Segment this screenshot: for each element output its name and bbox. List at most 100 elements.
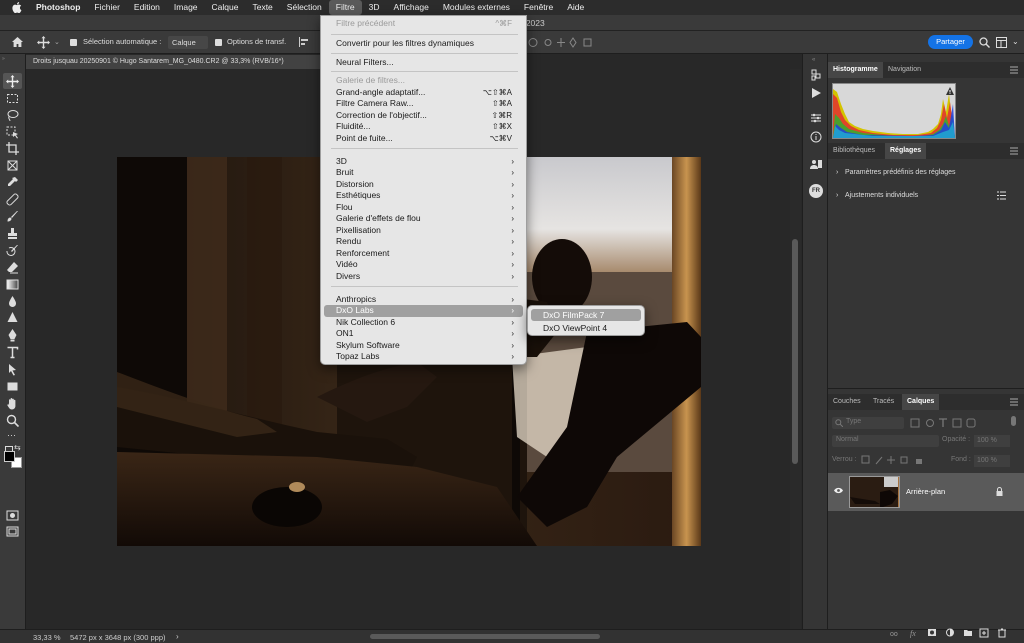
auto-select-dropdown[interactable]: Calque <box>168 36 208 49</box>
layer-name[interactable]: Arrière-plan <box>906 487 945 496</box>
menu-item-convert-smart-filters[interactable]: Convertir pour les filtres dynamiques <box>324 38 523 50</box>
hand-icon[interactable] <box>6 397 19 410</box>
vertical-scroll-thumb[interactable] <box>792 239 798 464</box>
frame-icon[interactable] <box>6 159 19 172</box>
crop-icon[interactable] <box>6 142 19 155</box>
menu-item-blur-gallery[interactable]: Galerie d'effets de flou › <box>324 213 523 225</box>
zoom-icon[interactable] <box>6 414 19 427</box>
marquee-icon[interactable] <box>6 92 19 105</box>
menu-app[interactable]: Photoshop <box>29 0 87 15</box>
individual-adjustments-chevron-icon[interactable]: › <box>836 192 838 199</box>
actions-panel-icon[interactable] <box>810 87 822 99</box>
collapse-panels-icon[interactable]: « <box>812 57 815 63</box>
menu-calque[interactable]: Calque <box>205 0 246 15</box>
toolbar-grip-icon[interactable]: » <box>2 56 24 62</box>
tab-paths[interactable]: Tracés <box>868 394 899 410</box>
menu-item-neural-filters[interactable]: Neural Filters... <box>324 57 523 69</box>
swap-colors-icon[interactable]: ⇆ <box>14 443 21 452</box>
menu-item-topaz-labs[interactable]: Topaz Labs › <box>324 351 523 363</box>
blend-mode-dropdown[interactable]: Normal <box>832 435 939 447</box>
zoom-level[interactable]: 33,33 % <box>33 633 61 642</box>
warning-icon[interactable] <box>946 87 954 95</box>
lasso-icon[interactable] <box>6 109 19 122</box>
menu-modules-externes[interactable]: Modules externes <box>436 0 517 15</box>
menu-item-adaptive-wide-angle[interactable]: Grand-angle adaptatif... ⌥⇧⌘A <box>324 87 523 99</box>
menu-3d[interactable]: 3D <box>362 0 387 15</box>
menu-item-blur[interactable]: Flou › <box>324 202 523 214</box>
menu-item-3d[interactable]: 3D › <box>324 156 523 168</box>
menu-item-render[interactable]: Rendu › <box>324 236 523 248</box>
list-view-icon[interactable] <box>997 191 1006 200</box>
blur-icon[interactable] <box>6 295 19 308</box>
align-left-icon[interactable] <box>299 37 309 47</box>
vertical-scrollbar[interactable] <box>790 69 801 629</box>
quick-mask-icon[interactable] <box>6 509 19 522</box>
properties-panel-icon[interactable] <box>810 112 822 124</box>
menu-item-stylize[interactable]: Esthétiques › <box>324 190 523 202</box>
menu-fichier[interactable]: Fichier <box>87 0 127 15</box>
layer-lock-icon[interactable] <box>996 487 1003 496</box>
3d-mode-icons[interactable] <box>528 37 598 48</box>
auto-select-checkbox[interactable] <box>70 39 77 46</box>
tool-preset-chevron-icon[interactable]: ⌄ <box>54 38 60 46</box>
menu-item-last-filter[interactable]: Filtre précédent ^⌘F <box>324 18 523 30</box>
screen-mode-icon[interactable] <box>6 525 19 538</box>
tab-layers[interactable]: Calques <box>902 394 940 410</box>
move-tool-icon[interactable] <box>37 36 50 49</box>
fr-plugin-icon[interactable]: FR <box>809 184 823 198</box>
layer-filter-icons[interactable] <box>910 418 1000 428</box>
history-brush-icon[interactable] <box>6 244 19 257</box>
home-icon[interactable] <box>11 36 24 48</box>
menu-item-on1[interactable]: ON1 › <box>324 328 523 340</box>
brush-icon[interactable] <box>6 210 19 223</box>
visibility-eye-icon[interactable] <box>834 487 843 494</box>
menu-item-anthropics[interactable]: Anthropics › <box>324 294 523 306</box>
histogram-panel-menu-icon[interactable] <box>1010 66 1018 74</box>
menu-item-vanishing-point[interactable]: Point de fuite... ⌥⌘V <box>324 133 523 145</box>
pen-icon[interactable] <box>6 329 19 342</box>
opacity-field[interactable]: 100 % <box>974 435 1010 447</box>
options-chevron-icon[interactable]: ⌄ <box>1012 37 1019 46</box>
menu-item-dxo-labs[interactable]: DxO Labs › <box>324 305 523 317</box>
layer-actions-icons[interactable]: oo fx <box>890 628 1018 638</box>
spot-healing-icon[interactable] <box>6 193 19 206</box>
workspace-icon[interactable] <box>996 37 1007 48</box>
menu-image[interactable]: Image <box>167 0 205 15</box>
tab-navigation[interactable]: Navigation <box>883 62 926 78</box>
menu-item-liquify[interactable]: Fluidité... ⇧⌘X <box>324 121 523 133</box>
menu-item-video[interactable]: Vidéo › <box>324 259 523 271</box>
layer-row[interactable]: Arrière-plan <box>828 473 1024 511</box>
menu-item-filter-gallery[interactable]: Galerie de filtres... <box>324 75 523 87</box>
menu-item-noise[interactable]: Bruit › <box>324 167 523 179</box>
menu-item-nik-collection[interactable]: Nik Collection 6 › <box>324 317 523 329</box>
foreground-color-swatch[interactable] <box>4 451 15 462</box>
menu-item-skylum[interactable]: Skylum Software › <box>324 340 523 352</box>
gradient-icon[interactable] <box>6 278 19 291</box>
layers-panel-menu-icon[interactable] <box>1010 398 1018 406</box>
share-button[interactable]: Partager <box>928 35 973 49</box>
menu-item-other[interactable]: Divers › <box>324 271 523 283</box>
submenu-item-dxo-viewpoint[interactable]: DxO ViewPoint 4 <box>531 322 641 334</box>
rectangle-icon[interactable] <box>6 380 19 393</box>
move-icon[interactable] <box>6 75 19 88</box>
more-tools-icon[interactable]: ··· <box>7 430 16 440</box>
tab-histogram[interactable]: Histogramme <box>828 62 883 78</box>
history-panel-icon[interactable] <box>810 69 822 81</box>
eyedropper-icon[interactable] <box>6 176 19 189</box>
menu-item-pixelate[interactable]: Pixellisation › <box>324 225 523 237</box>
tab-libraries[interactable]: Bibliothèques <box>828 143 880 159</box>
tab-adjustments[interactable]: Réglages <box>885 143 927 159</box>
menu-item-sharpen[interactable]: Renforcement › <box>324 248 523 260</box>
adjustment-presets-row[interactable]: Paramètres prédéfinis des réglages <box>845 169 956 176</box>
menu-item-lens-correction[interactable]: Correction de l'objectif... ⇧⌘R <box>324 110 523 122</box>
menu-texte[interactable]: Texte <box>245 0 279 15</box>
layer-kind-filter[interactable]: Type <box>832 417 904 429</box>
menu-fenetre[interactable]: Fenêtre <box>517 0 560 15</box>
eraser-icon[interactable] <box>6 261 19 274</box>
submenu-item-dxo-filmpack[interactable]: DxO FilmPack 7 <box>531 309 641 321</box>
status-menu-chevron-icon[interactable]: › <box>176 632 179 641</box>
search-icon[interactable] <box>979 37 990 48</box>
clone-stamp-icon[interactable] <box>6 227 19 240</box>
dodge-icon[interactable] <box>6 312 19 325</box>
transform-controls-checkbox[interactable] <box>215 39 222 46</box>
